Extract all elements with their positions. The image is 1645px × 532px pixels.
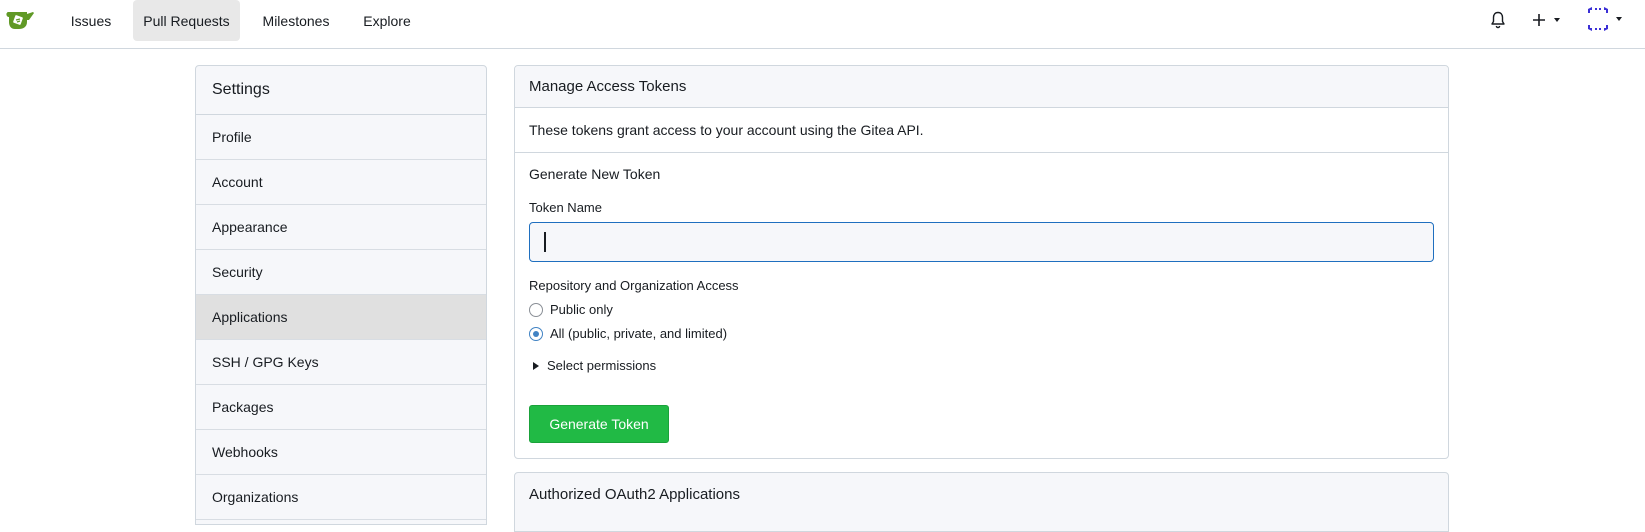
nav-pull-requests-label: Pull Requests [143,12,230,29]
access-tokens-panel: Manage Access Tokens These tokens grant … [514,65,1449,459]
nav-issues[interactable]: Issues [60,0,122,41]
nav-explore-label: Explore [363,12,411,29]
sidebar-item-applications[interactable]: Applications [196,295,486,340]
sidebar-item-label: Organizations [212,489,299,505]
sidebar-item-label: Packages [212,399,274,415]
sidebar-item-profile[interactable]: Profile [196,115,486,160]
sidebar-item-security[interactable]: Security [196,250,486,295]
radio-label: All (public, private, and limited) [550,326,728,341]
sidebar-item-label: Security [212,264,263,280]
sidebar-item-label: Account [212,174,263,190]
sidebar-title: Settings [196,66,486,115]
select-permissions-label: Select permissions [547,358,657,373]
identicon-avatar-icon [1588,7,1608,31]
radio-label: Public only [550,302,613,317]
sidebar-item-packages[interactable]: Packages [196,385,486,430]
radio-button[interactable] [529,326,543,341]
create-new-menu[interactable] [1532,8,1562,32]
nav-milestones[interactable]: Milestones [252,0,340,41]
generate-token-heading: Generate New Token [529,166,661,182]
sidebar-item-label: Appearance [212,219,288,235]
select-permissions-toggle[interactable]: Select permissions [533,358,656,373]
oauth2-panel-title: Authorized OAuth2 Applications [529,485,740,503]
token-name-input[interactable] [529,222,1434,262]
sidebar-item-label: SSH / GPG Keys [212,354,319,370]
plus-icon [1533,14,1560,26]
sidebar-item-appearance[interactable]: Appearance [196,205,486,250]
oauth2-apps-panel: Authorized OAuth2 Applications [514,472,1449,532]
sidebar-item-ssh-gpg-keys[interactable]: SSH / GPG Keys [196,340,486,385]
gitea-logo-icon[interactable] [5,8,37,32]
radio-button[interactable] [529,302,543,317]
triangle-right-icon [533,361,539,370]
user-menu[interactable] [1586,7,1626,31]
nav-pull-requests[interactable]: Pull Requests [133,0,240,41]
nav-explore[interactable]: Explore [352,0,422,41]
sidebar-item-label: Applications [212,309,288,325]
settings-sidebar: Settings Profile Account Appearance Secu… [195,65,487,525]
radio-public-only[interactable]: Public only [529,302,613,317]
top-navbar: Issues Pull Requests Milestones Explore [0,0,1645,49]
panel-title: Manage Access Tokens [515,66,1448,108]
nav-milestones-label: Milestones [262,12,330,29]
nav-issues-label: Issues [70,12,112,29]
sidebar-item-account[interactable]: Account [196,160,486,205]
sidebar-item-label: Webhooks [212,444,278,460]
panel-description: These tokens grant access to your accoun… [515,108,1448,153]
radio-all-access[interactable]: All (public, private, and limited) [529,326,727,341]
bell-icon[interactable] [1490,8,1506,32]
token-name-label: Token Name [529,200,602,215]
text-cursor [544,232,546,252]
sidebar-item-organizations[interactable]: Organizations [196,475,486,520]
generate-token-button[interactable]: Generate Token [529,405,669,443]
sidebar-item-label: Profile [212,129,252,145]
sidebar-item-webhooks[interactable]: Webhooks [196,430,486,475]
repo-org-access-label: Repository and Organization Access [529,278,739,293]
